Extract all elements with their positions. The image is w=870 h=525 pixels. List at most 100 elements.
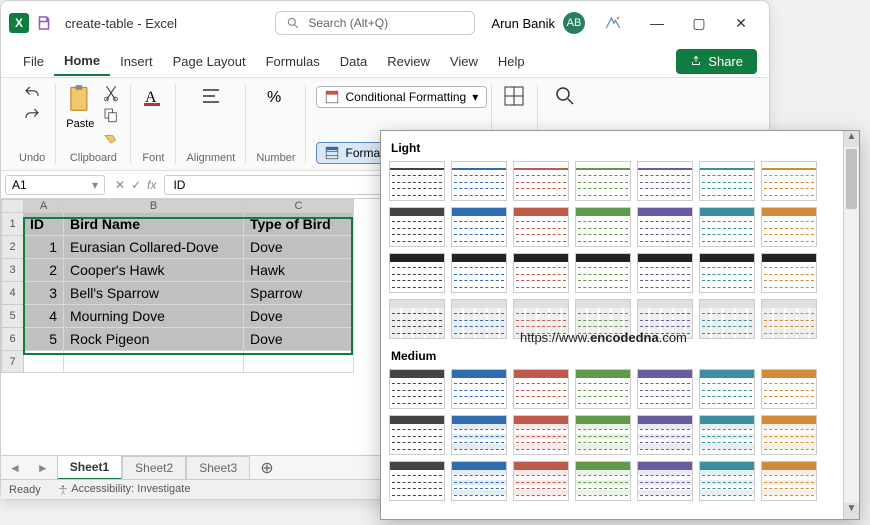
cell[interactable]: 2 <box>24 259 64 282</box>
table-style-swatch[interactable] <box>575 161 631 201</box>
tab-view[interactable]: View <box>440 48 488 75</box>
tab-help[interactable]: Help <box>488 48 535 75</box>
table-style-swatch[interactable] <box>451 415 507 455</box>
paste-button[interactable]: Paste <box>66 84 94 130</box>
redo-icon[interactable] <box>23 106 41 124</box>
cell[interactable]: Cooper's Hawk <box>64 259 244 282</box>
cell[interactable]: Rock Pigeon <box>64 328 244 351</box>
cancel-formula-icon[interactable]: ✕ <box>115 178 125 192</box>
minimize-button[interactable]: — <box>637 8 677 38</box>
share-button[interactable]: Share <box>676 49 757 74</box>
table-style-swatch[interactable] <box>451 161 507 201</box>
table-style-swatch[interactable] <box>637 415 693 455</box>
row-header[interactable]: 3 <box>2 259 24 282</box>
table-style-swatch[interactable] <box>575 207 631 247</box>
cell[interactable]: 1 <box>24 236 64 259</box>
cell[interactable]: Type of Bird <box>244 213 354 236</box>
table-style-swatch[interactable] <box>699 369 755 409</box>
table-style-swatch[interactable] <box>451 253 507 293</box>
cell[interactable]: 3 <box>24 282 64 305</box>
column-header[interactable]: A <box>24 200 64 213</box>
maximize-button[interactable]: ▢ <box>679 8 719 38</box>
sheet-nav-prev[interactable]: ◄ <box>1 461 29 475</box>
sheet-tab[interactable]: Sheet3 <box>186 456 250 479</box>
enter-formula-icon[interactable]: ✓ <box>131 178 141 192</box>
cell[interactable] <box>24 351 64 373</box>
table-style-swatch[interactable] <box>699 207 755 247</box>
gallery-scrollbar[interactable]: ▲ ▼ <box>843 131 859 519</box>
table-style-swatch[interactable] <box>761 461 817 501</box>
table-style-swatch[interactable] <box>575 415 631 455</box>
row-header[interactable]: 4 <box>2 282 24 305</box>
cell[interactable]: ID <box>24 213 64 236</box>
table-style-swatch[interactable] <box>699 299 755 339</box>
table-style-swatch[interactable] <box>761 415 817 455</box>
table-style-swatch[interactable] <box>389 207 445 247</box>
table-style-swatch[interactable] <box>761 161 817 201</box>
table-style-swatch[interactable] <box>575 299 631 339</box>
tab-home[interactable]: Home <box>54 47 110 76</box>
table-style-swatch[interactable] <box>761 369 817 409</box>
name-box[interactable]: A1 ▾ <box>5 175 105 195</box>
sheet-tab[interactable]: Sheet2 <box>122 456 186 479</box>
tab-file[interactable]: File <box>13 48 54 75</box>
scroll-down-icon[interactable]: ▼ <box>844 503 859 519</box>
cell[interactable]: Dove <box>244 236 354 259</box>
cell[interactable]: Bird Name <box>64 213 244 236</box>
table-style-swatch[interactable] <box>389 253 445 293</box>
row-header[interactable]: 2 <box>2 236 24 259</box>
table-style-swatch[interactable] <box>637 161 693 201</box>
table-style-swatch[interactable] <box>451 369 507 409</box>
table-style-swatch[interactable] <box>637 299 693 339</box>
row-header[interactable]: 1 <box>2 213 24 236</box>
cell[interactable]: Hawk <box>244 259 354 282</box>
close-button[interactable]: ✕ <box>721 8 761 38</box>
cell[interactable]: Dove <box>244 328 354 351</box>
row-header[interactable]: 6 <box>2 328 24 351</box>
cell[interactable]: Bell's Sparrow <box>64 282 244 305</box>
table-style-swatch[interactable] <box>637 369 693 409</box>
table-style-swatch[interactable] <box>451 299 507 339</box>
tab-insert[interactable]: Insert <box>110 48 163 75</box>
number-button[interactable]: % <box>264 84 288 108</box>
tab-review[interactable]: Review <box>377 48 440 75</box>
table-style-swatch[interactable] <box>575 461 631 501</box>
table-style-swatch[interactable] <box>389 415 445 455</box>
column-header[interactable]: B <box>64 200 244 213</box>
table-style-swatch[interactable] <box>761 207 817 247</box>
tab-formulas[interactable]: Formulas <box>256 48 330 75</box>
scroll-up-icon[interactable]: ▲ <box>844 131 859 147</box>
copy-icon[interactable] <box>102 106 120 124</box>
fx-icon[interactable]: fx <box>147 178 156 192</box>
cell[interactable]: 4 <box>24 305 64 328</box>
add-sheet-button[interactable]: ⊕ <box>250 458 283 478</box>
table-style-swatch[interactable] <box>389 369 445 409</box>
table-style-swatch[interactable] <box>513 461 569 501</box>
table-style-swatch[interactable] <box>699 415 755 455</box>
table-style-swatch[interactable] <box>637 207 693 247</box>
undo-icon[interactable] <box>23 84 41 102</box>
cell[interactable]: 5 <box>24 328 64 351</box>
conditional-formatting-button[interactable]: Conditional Formatting ▾ <box>316 86 487 108</box>
cell[interactable]: Mourning Dove <box>64 305 244 328</box>
table-style-swatch[interactable] <box>637 253 693 293</box>
cell[interactable] <box>244 351 354 373</box>
table-style-swatch[interactable] <box>513 161 569 201</box>
cells-button[interactable] <box>502 84 526 108</box>
table-style-swatch[interactable] <box>761 253 817 293</box>
row-header[interactable]: 5 <box>2 305 24 328</box>
cell[interactable]: Eurasian Collared-Dove <box>64 236 244 259</box>
table-style-swatch[interactable] <box>389 161 445 201</box>
table-style-swatch[interactable] <box>389 299 445 339</box>
column-header[interactable]: C <box>244 200 354 213</box>
table-style-swatch[interactable] <box>513 415 569 455</box>
table-style-swatch[interactable] <box>761 299 817 339</box>
cell[interactable] <box>64 351 244 373</box>
table-style-swatch[interactable] <box>699 253 755 293</box>
table-style-swatch[interactable] <box>389 461 445 501</box>
search-box[interactable]: Search (Alt+Q) <box>275 11 475 35</box>
table-style-swatch[interactable] <box>451 207 507 247</box>
table-style-swatch[interactable] <box>513 369 569 409</box>
status-accessibility[interactable]: Accessibility: Investigate <box>57 483 191 495</box>
editing-button[interactable] <box>553 84 577 108</box>
